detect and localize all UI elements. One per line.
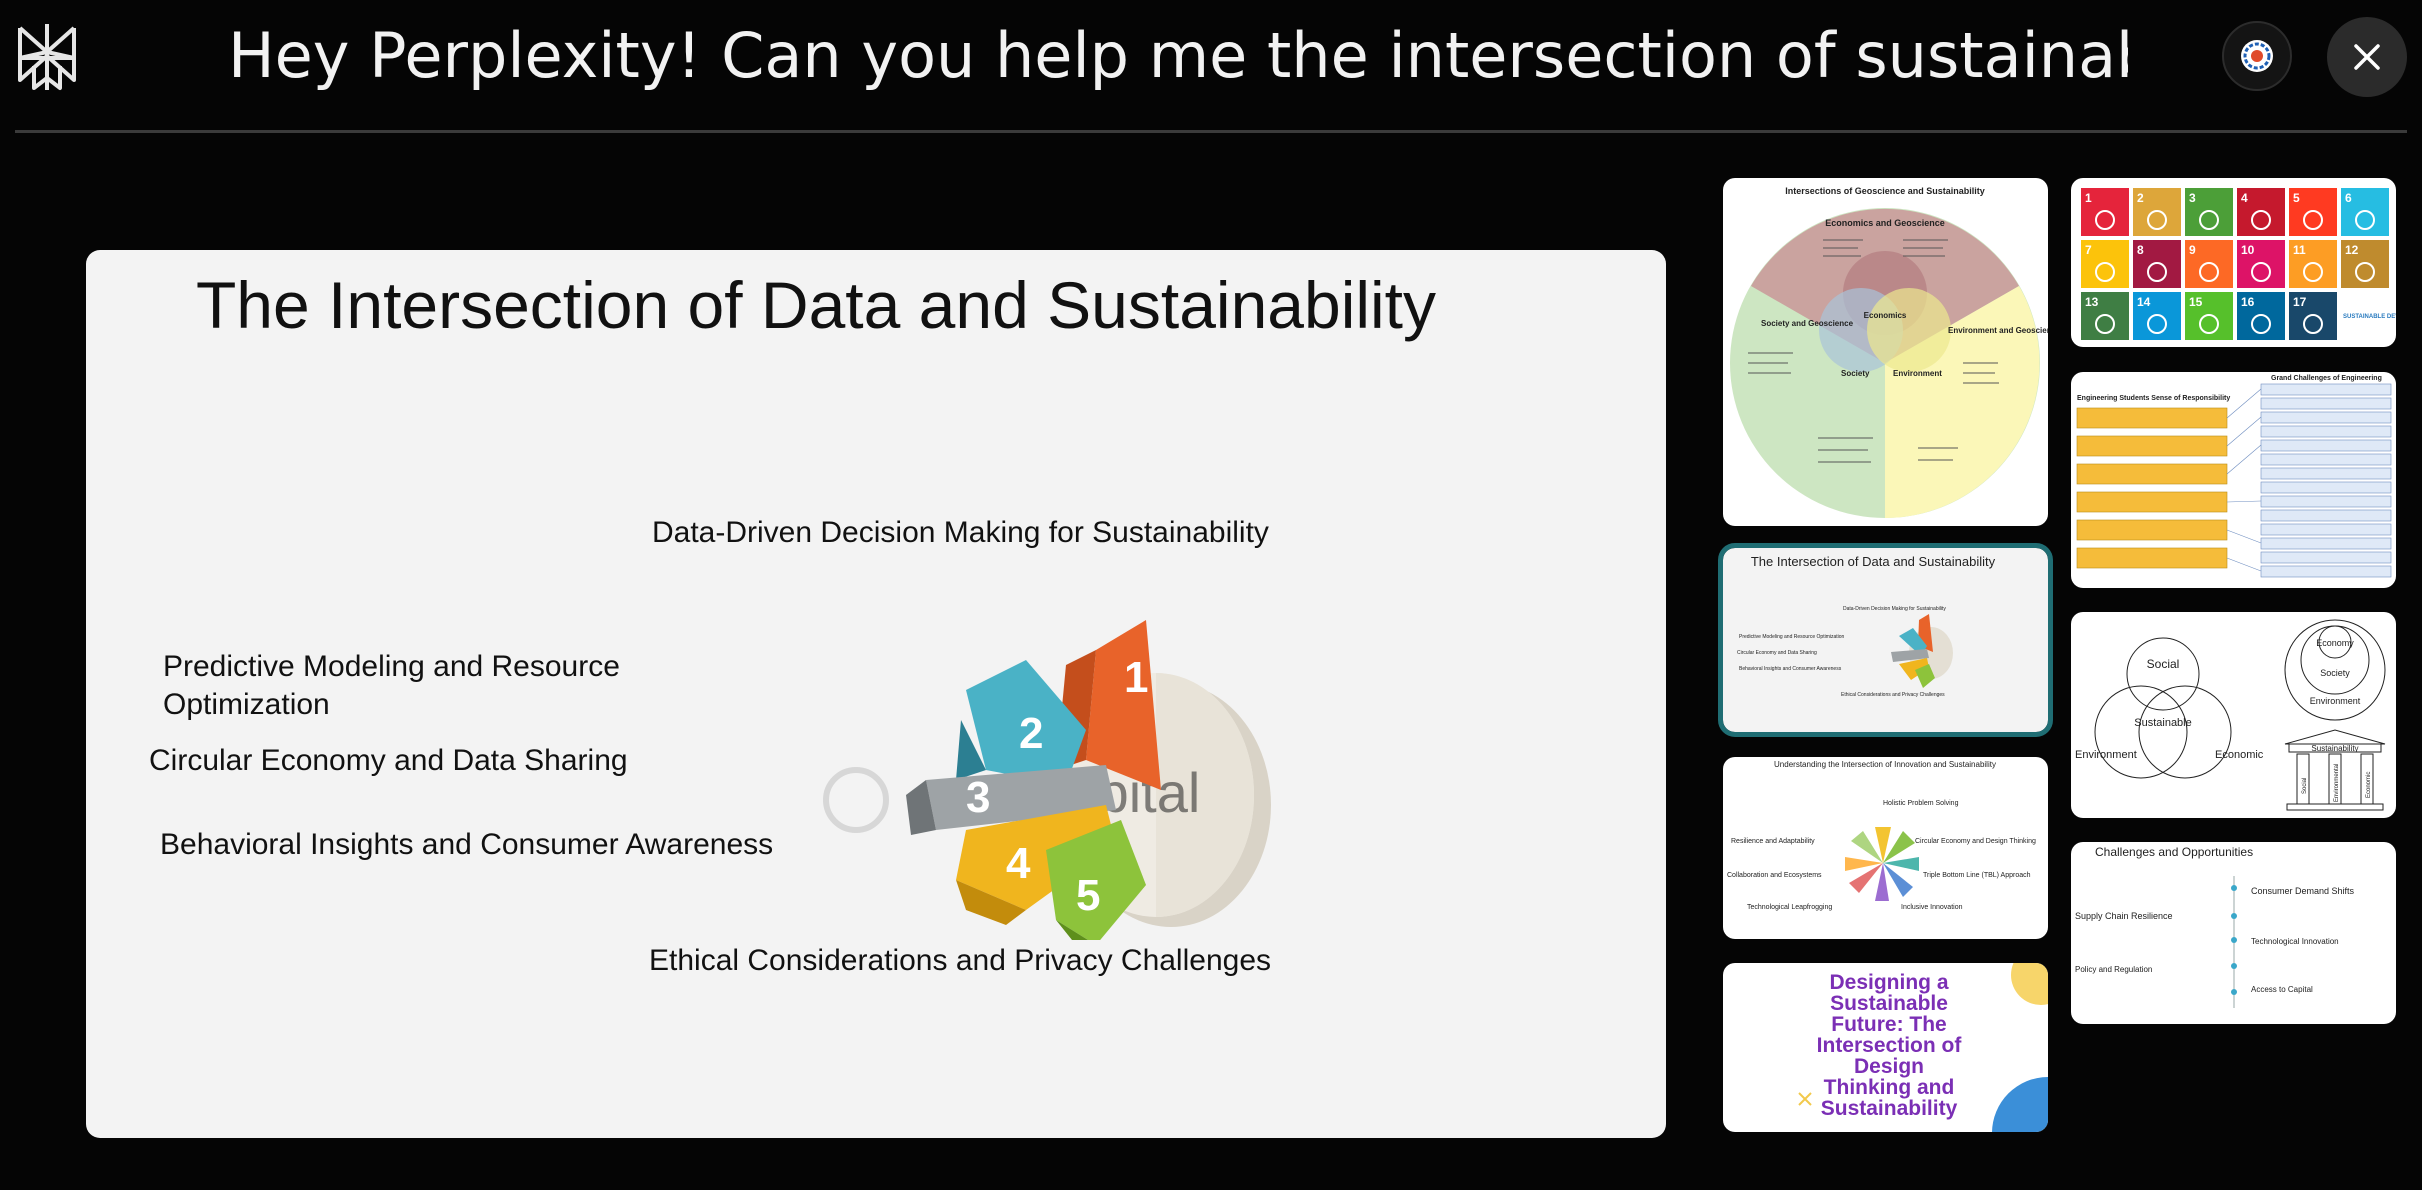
- pillar-economic: Economic: [2366, 772, 2372, 798]
- sdg-number-11: 11: [2293, 243, 2306, 257]
- perplexity-logo-icon[interactable]: [14, 22, 80, 92]
- chal-title: Challenges and Opportunities: [2095, 845, 2253, 859]
- sdg-number-9: 9: [2189, 243, 2196, 257]
- chal-a: Consumer Demand Shifts: [2251, 886, 2355, 896]
- design-l6: Thinking and: [1824, 1076, 1955, 1099]
- geo-center-soc: Society: [1841, 369, 1870, 378]
- sdg-number-15: 15: [2189, 295, 2203, 309]
- geo-center-env: Environment: [1893, 369, 1942, 378]
- arrow-number-2: 2: [1019, 709, 1043, 758]
- geo-econ-label: Economics and Geoscience: [1825, 218, 1945, 228]
- inn-c: Circular Economy and Design Thinking: [1915, 838, 2036, 845]
- thumbnail-design-thinking[interactable]: Designing a Sustainable Future: The Inte…: [1723, 963, 2048, 1132]
- ds-top: Data-Driven Decision Making for Sustaina…: [1843, 606, 1946, 612]
- sdg-number-10: 10: [2241, 243, 2255, 257]
- design-l7: Sustainability: [1821, 1097, 1958, 1120]
- header-divider: [15, 130, 2407, 133]
- sdg-number-17: 17: [2293, 295, 2307, 309]
- chal-b: Supply Chain Resilience: [2075, 911, 2173, 921]
- source-favicon-button[interactable]: [2222, 21, 2292, 91]
- close-icon: [2354, 44, 2380, 70]
- nested-environment: Environment: [2310, 696, 2361, 706]
- sdg-number-2: 2: [2137, 191, 2144, 205]
- main-slide-image[interactable]: The Intersection of Data and Sustainabil…: [86, 250, 1666, 1138]
- arrow-number-1: 1: [1124, 653, 1148, 702]
- geo-title: Intersections of Geoscience and Sustaina…: [1785, 186, 1985, 196]
- arrow-number-3: 3: [966, 773, 990, 822]
- ds-bottom: Ethical Considerations and Privacy Chall…: [1841, 692, 1945, 698]
- sdg-number-3: 3: [2189, 191, 2196, 205]
- ds-l2: Circular Economy and Data Sharing: [1737, 650, 1817, 656]
- venn-economic: Economic: [2215, 749, 2264, 761]
- pillar-roof: Sustainability: [2311, 744, 2358, 753]
- label-data-driven: Data-Driven Decision Making for Sustaina…: [652, 516, 1269, 549]
- slide-title: The Intersection of Data and Sustainabil…: [195, 268, 1437, 342]
- thumbnail-challenges[interactable]: Challenges and Opportunities Consumer De…: [2071, 842, 2396, 1024]
- label-circular-economy: Circular Economy and Data Sharing: [149, 744, 628, 777]
- inn-d: Collaboration and Ecosystems: [1727, 872, 1822, 879]
- chal-d: Policy and Regulation: [2075, 965, 2152, 974]
- chal-c: Technological Innovation: [2251, 937, 2339, 946]
- sdg-number-8: 8: [2137, 243, 2144, 257]
- inn-e: Triple Bottom Line (TBL) Approach: [1923, 872, 2031, 879]
- query-title: Hey Perplexity! Can you help me the inte…: [228, 19, 2128, 92]
- pillar-social: Social: [2302, 778, 2308, 794]
- geo-center-econ: Economics: [1864, 311, 1907, 320]
- inn-f: Technological Leapfrogging: [1747, 904, 1832, 911]
- sdg-grid: 1234567891011121314151617SUSTAINABLE DEV…: [2081, 188, 2396, 340]
- sdg-number-12: 12: [2345, 243, 2359, 257]
- sdg-goals-label: SUSTAINABLE DEVELOPMENT GOALS: [2343, 314, 2396, 320]
- design-l2: Sustainable: [1830, 992, 1948, 1015]
- sdg-number-13: 13: [2085, 295, 2099, 309]
- inn-b: Resilience and Adaptability: [1731, 838, 1815, 845]
- sdg-number-1: 1: [2085, 191, 2092, 205]
- header-bar: Hey Perplexity! Can you help me the inte…: [0, 0, 2422, 132]
- pillar-environmental: Environmental: [2334, 764, 2340, 802]
- venn-social: Social: [2147, 657, 2180, 671]
- label-predictive-modeling: Predictive Modeling and Resource Optimiz…: [163, 650, 620, 721]
- label-behavioral-insights: Behavioral Insights and Consumer Awarene…: [160, 828, 774, 861]
- geo-society-label: Society and Geoscience: [1761, 319, 1854, 328]
- ds-title: The Intersection of Data and Sustainabil…: [1751, 554, 1996, 569]
- ds-l1: Predictive Modeling and Resource Optimiz…: [1739, 634, 1845, 640]
- ds-l3: Behavioral Insights and Consumer Awarene…: [1739, 666, 1842, 672]
- eng-right-title: Grand Challenges of Engineering: [2271, 375, 2382, 382]
- geo-environment-label: Environment and Geoscience: [1948, 326, 2048, 335]
- inn-title: Understanding the Intersection of Innova…: [1774, 760, 1996, 769]
- sdg-number-6: 6: [2345, 191, 2352, 205]
- design-l5: Design: [1854, 1055, 1924, 1078]
- sdg-number-4: 4: [2241, 191, 2248, 205]
- sdg-number-14: 14: [2137, 295, 2151, 309]
- inn-a: Holistic Problem Solving: [1883, 800, 1959, 807]
- inn-g: Inclusive Innovation: [1901, 904, 1963, 911]
- thumbnail-geoscience[interactable]: Intersections of Geoscience and Sustaina…: [1723, 178, 2048, 526]
- sdg-number-16: 16: [2241, 295, 2255, 309]
- arrow-number-5: 5: [1076, 871, 1100, 920]
- thumbnail-sdg-goals[interactable]: 1234567891011121314151617SUSTAINABLE DEV…: [2071, 178, 2396, 347]
- design-l1: Designing a: [1829, 971, 1948, 994]
- close-button[interactable]: [2327, 17, 2407, 97]
- thumbnail-data-sustainability[interactable]: The Intersection of Data and Sustainabil…: [1718, 543, 2053, 737]
- nested-society: Society: [2320, 668, 2350, 678]
- sources-icon: [2241, 40, 2273, 72]
- pie-arrows-graphic: Capital 1 2 3 4 5: [823, 620, 1271, 940]
- design-l3: Future: The: [1831, 1013, 1947, 1036]
- arrow-number-4: 4: [1006, 839, 1031, 888]
- sdg-number-7: 7: [2085, 243, 2092, 257]
- thumbnail-venn[interactable]: Social Sustainable Environment Economic …: [2071, 612, 2396, 818]
- thumbnail-innovation[interactable]: Understanding the Intersection of Innova…: [1723, 757, 2048, 939]
- label-ethical-considerations: Ethical Considerations and Privacy Chall…: [649, 944, 1272, 977]
- venn-sustainable: Sustainable: [2134, 717, 2192, 729]
- design-l4: Intersection of: [1817, 1034, 1963, 1057]
- sdg-number-5: 5: [2293, 191, 2300, 205]
- chal-e: Access to Capital: [2251, 985, 2313, 994]
- eng-left-title: Engineering Students Sense of Responsibi…: [2077, 395, 2230, 402]
- venn-environment: Environment: [2075, 749, 2137, 761]
- thumbnail-engineering[interactable]: Engineering Students Sense of Responsibi…: [2071, 372, 2396, 588]
- nested-economy: Economy: [2316, 638, 2354, 648]
